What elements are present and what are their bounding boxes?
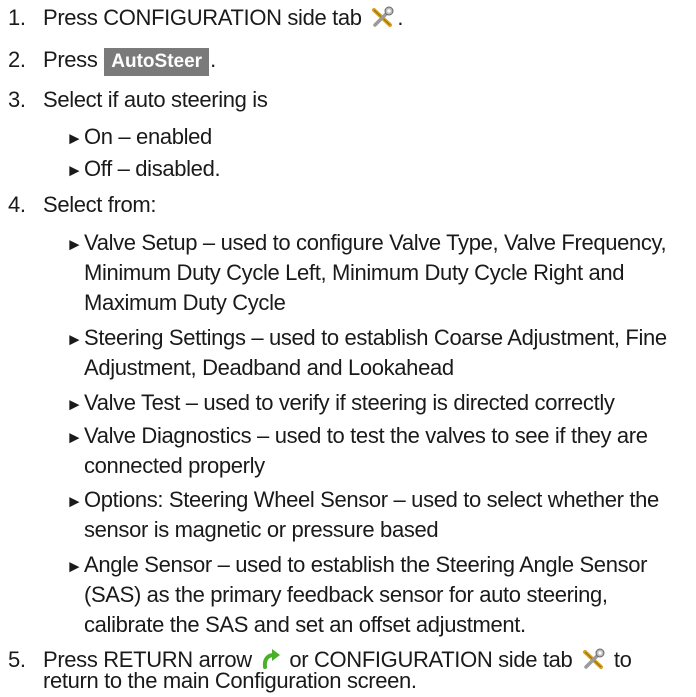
bullet-item: ►Valve Diagnostics – used to test the va… [66,423,648,451]
bullet-arrow-icon: ► [66,330,83,349]
autosteer-button[interactable]: AutoSteer [104,48,210,76]
instruction-document: 1. Press CONFIGURATION side tab . 2. Pre… [8,5,667,693]
step-text: Select from: [43,192,157,217]
bullet-item: ►Steering Settings – used to establish C… [66,325,667,353]
step-number: 5. [8,647,26,672]
bullet-continuation: Maximum Duty Cycle [84,290,286,315]
step-5-continuation: return to the main Configuration screen. [43,668,417,693]
bullet-item: ►Angle Sensor – used to establish the St… [66,552,647,580]
bullet-item: ►Valve Test – used to verify if steering… [66,390,615,418]
step-text: Press [43,47,98,72]
bullet-continuation: (SAS) as the primary feedback sensor for… [84,582,608,607]
step-number: 1. [8,5,26,30]
bullet-arrow-icon: ► [66,161,83,180]
bullet-continuation: calibrate the SAS and set an offset adju… [84,612,526,637]
configuration-tools-icon [369,6,395,34]
bullet-arrow-icon: ► [66,235,83,254]
bullet-item: ►On – enabled [66,124,212,152]
bullet-item: ►Valve Setup – used to configure Valve T… [66,230,667,258]
step-number: 3. [8,87,26,112]
bullet-item: ►Off – disabled. [66,156,221,184]
bullet-arrow-icon: ► [66,395,83,414]
step-number: 2. [8,47,26,72]
bullet-arrow-icon: ► [66,557,83,576]
bullet-continuation: sensor is magnetic or pressure based [84,517,439,542]
step-text: Press CONFIGURATION side tab [43,5,362,30]
bullet-arrow-icon: ► [66,428,83,447]
step-text: Select if auto steering is [43,87,268,112]
bullet-arrow-icon: ► [66,492,83,511]
configuration-tools-icon [580,648,606,676]
bullet-continuation: connected properly [84,453,265,478]
bullet-item: ►Options: Steering Wheel Sensor – used t… [66,487,659,515]
bullet-arrow-icon: ► [66,129,83,148]
bullet-continuation: Adjustment, Deadband and Lookahead [84,355,454,380]
step-number: 4. [8,192,26,217]
bullet-continuation: Minimum Duty Cycle Left, Minimum Duty Cy… [84,260,625,285]
